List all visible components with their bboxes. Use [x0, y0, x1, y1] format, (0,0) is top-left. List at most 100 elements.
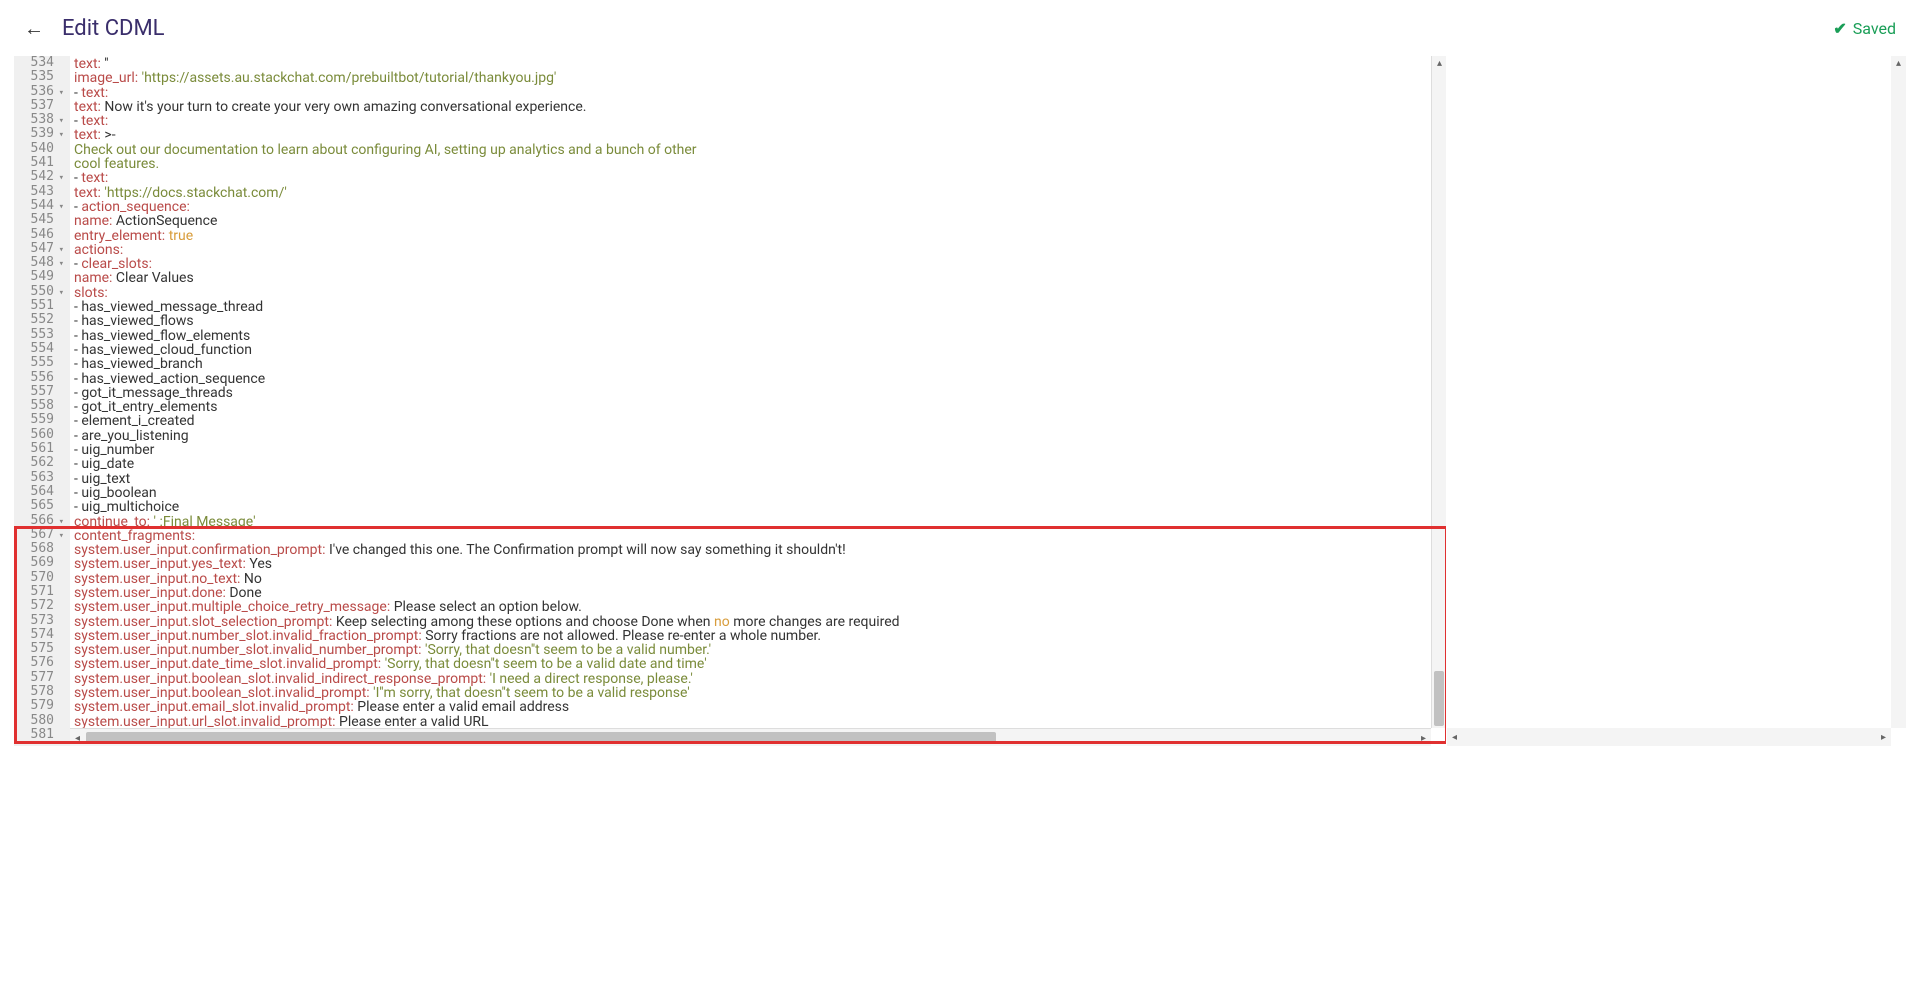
line-number: 561 [14, 442, 64, 456]
line-number: 565 [14, 499, 64, 513]
code-line[interactable]: - text: [70, 170, 1446, 184]
code-line[interactable]: system.user_input.boolean_slot.invalid_i… [70, 671, 1446, 685]
code-line[interactable]: - uig_boolean [70, 485, 1446, 499]
code-line[interactable]: system.user_input.no_text: No [70, 571, 1446, 585]
code-line[interactable]: - has_viewed_branch [70, 356, 1446, 370]
code-line[interactable]: - text: [70, 113, 1446, 127]
line-number: 549 [14, 270, 64, 284]
line-number: 550▾ [14, 285, 64, 299]
line-number: 539▾ [14, 127, 64, 141]
code-line[interactable]: continue_to: ' :Final Message' [70, 514, 1446, 528]
scroll-left-icon[interactable]: ◂ [70, 729, 85, 746]
code-line[interactable]: name: Clear Values [70, 270, 1446, 284]
line-number: 540 [14, 142, 64, 156]
code-line[interactable]: cool features. [70, 156, 1446, 170]
scroll-up-icon[interactable]: ▴ [1432, 56, 1446, 71]
line-number: 563 [14, 471, 64, 485]
code-line[interactable]: - got_it_message_threads [70, 385, 1446, 399]
code-line[interactable]: system.user_input.number_slot.invalid_fr… [70, 628, 1446, 642]
line-number: 535 [14, 70, 64, 84]
scroll-right-icon[interactable]: ▸ [1876, 728, 1891, 746]
code-line[interactable]: - has_viewed_cloud_function [70, 342, 1446, 356]
code-line[interactable]: - uig_number [70, 442, 1446, 456]
line-number: 577 [14, 671, 64, 685]
code-line[interactable]: text: 'https://docs.stackchat.com/' [70, 185, 1446, 199]
code-line[interactable]: text: Now it's your turn to create your … [70, 99, 1446, 113]
code-line[interactable]: text: '' [70, 56, 1446, 70]
line-number: 541 [14, 156, 64, 170]
line-number: 566▾ [14, 514, 64, 528]
line-number: 545 [14, 213, 64, 227]
code-line[interactable]: system.user_input.confirmation_prompt: I… [70, 542, 1446, 556]
code-line[interactable]: system.user_input.done: Done [70, 585, 1446, 599]
code-line[interactable]: - text: [70, 85, 1446, 99]
code-line[interactable]: system.user_input.slot_selection_prompt:… [70, 614, 1446, 628]
right-scrollbar-vertical[interactable]: ▴ [1891, 56, 1906, 728]
line-number: 552 [14, 313, 64, 327]
saved-label: Saved [1853, 19, 1896, 38]
line-number: 534 [14, 56, 64, 70]
code-line[interactable]: - uig_text [70, 471, 1446, 485]
line-number: 558 [14, 399, 64, 413]
line-number: 578 [14, 685, 64, 699]
code-line[interactable]: system.user_input.multiple_choice_retry_… [70, 599, 1446, 613]
scroll-right-icon[interactable]: ▸ [1416, 729, 1431, 746]
code-line[interactable]: - has_viewed_flows [70, 313, 1446, 327]
line-number: 575 [14, 642, 64, 656]
scrollbar-thumb-vertical[interactable] [1434, 671, 1444, 726]
line-number: 546 [14, 228, 64, 242]
code-line[interactable]: - element_i_created [70, 413, 1446, 427]
editor[interactable]: 534535536▾537538▾539▾540541542▾543544▾54… [14, 56, 1446, 746]
code-line[interactable]: system.user_input.date_time_slot.invalid… [70, 656, 1446, 670]
line-number: 555 [14, 356, 64, 370]
code-line[interactable]: - are_you_listening [70, 428, 1446, 442]
code-line[interactable]: actions: [70, 242, 1446, 256]
code-line[interactable]: entry_element: true [70, 228, 1446, 242]
code-line[interactable]: - has_viewed_message_thread [70, 299, 1446, 313]
scroll-up-icon[interactable]: ▴ [1891, 56, 1906, 71]
scrollbar-thumb-horizontal[interactable] [86, 732, 996, 743]
editor-scrollbar-horizontal[interactable]: ◂ ▸ [70, 728, 1431, 746]
code-line[interactable]: - got_it_entry_elements [70, 399, 1446, 413]
code-line[interactable]: system.user_input.number_slot.invalid_nu… [70, 642, 1446, 656]
code-line[interactable]: - has_viewed_action_sequence [70, 371, 1446, 385]
line-number: 574 [14, 628, 64, 642]
line-number: 572 [14, 599, 64, 613]
page-title: Edit CDML [62, 16, 165, 41]
code-line[interactable]: Check out our documentation to learn abo… [70, 142, 1446, 156]
code-line[interactable]: content_fragments: [70, 528, 1446, 542]
line-number: 543 [14, 185, 64, 199]
code-line[interactable]: - uig_date [70, 456, 1446, 470]
code-line[interactable]: system.user_input.yes_text: Yes [70, 556, 1446, 570]
code-line[interactable]: system.user_input.boolean_slot.invalid_p… [70, 685, 1446, 699]
code-line[interactable]: system.user_input.url_slot.invalid_promp… [70, 714, 1446, 728]
line-number: 570 [14, 571, 64, 585]
editor-wrap: 534535536▾537538▾539▾540541542▾543544▾54… [0, 56, 1920, 754]
code-line[interactable]: image_url: 'https://assets.au.stackchat.… [70, 70, 1446, 84]
code-line[interactable]: - action_sequence: [70, 199, 1446, 213]
line-number: 544▾ [14, 199, 64, 213]
code-line[interactable]: system.user_input.email_slot.invalid_pro… [70, 699, 1446, 713]
line-number: 542▾ [14, 170, 64, 184]
checkmark-icon: ✔ [1833, 19, 1846, 38]
right-scrollbar-horizontal[interactable]: ◂ ▸ [1447, 728, 1891, 746]
line-number: 581 [14, 728, 64, 742]
line-number: 571 [14, 585, 64, 599]
line-number: 547▾ [14, 242, 64, 256]
back-arrow-icon[interactable]: ← [24, 16, 44, 41]
code-area[interactable]: text: '' image_url: 'https://assets.au.s… [70, 56, 1446, 746]
line-number: 567▾ [14, 528, 64, 542]
line-number: 562 [14, 456, 64, 470]
code-line[interactable]: text: >- [70, 127, 1446, 141]
line-number-gutter: 534535536▾537538▾539▾540541542▾543544▾54… [14, 56, 70, 746]
scroll-left-icon[interactable]: ◂ [1447, 728, 1462, 746]
editor-scrollbar-vertical[interactable]: ▴ [1431, 56, 1446, 728]
line-number: 554 [14, 342, 64, 356]
code-line[interactable]: - uig_multichoice [70, 499, 1446, 513]
code-line[interactable]: name: ActionSequence [70, 213, 1446, 227]
code-line[interactable]: - clear_slots: [70, 256, 1446, 270]
line-number: 576 [14, 656, 64, 670]
code-line[interactable]: - has_viewed_flow_elements [70, 328, 1446, 342]
code-line[interactable]: slots: [70, 285, 1446, 299]
line-number: 559 [14, 413, 64, 427]
